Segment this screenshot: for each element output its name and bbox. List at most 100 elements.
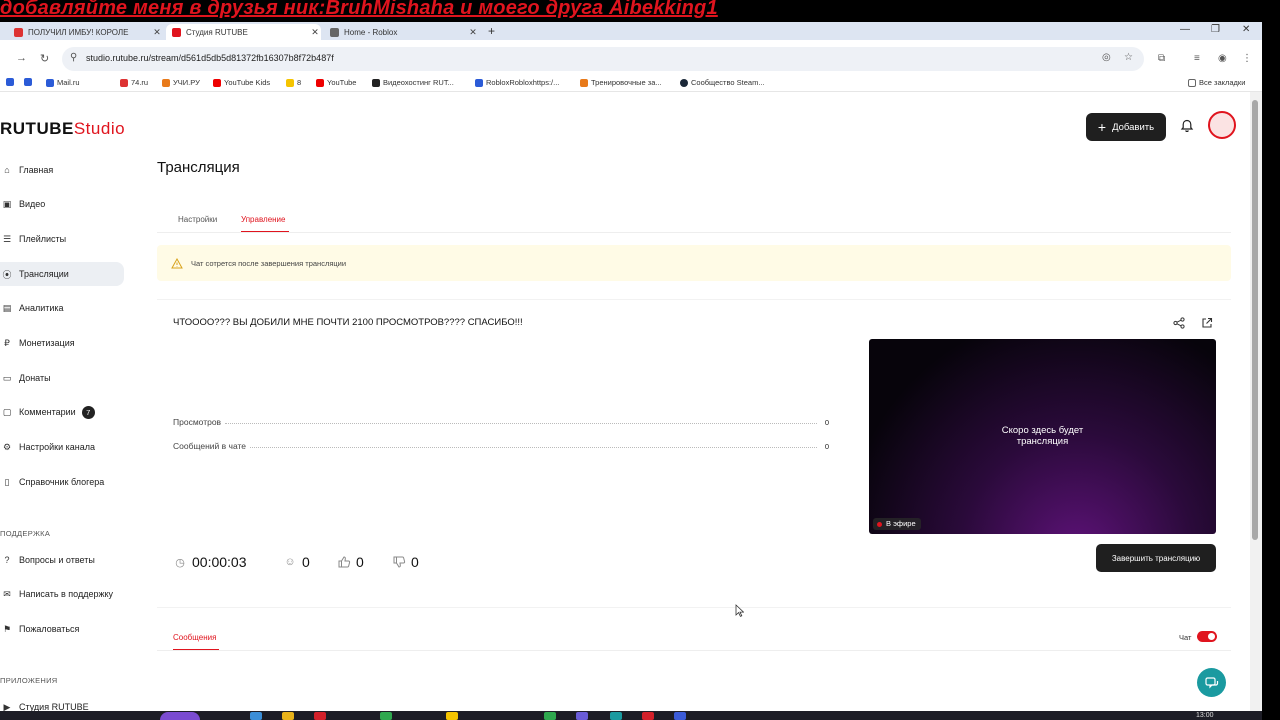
bookmark-item[interactable]	[6, 78, 17, 86]
browser-tab-3[interactable]: Home - Roblox ✕	[324, 24, 479, 40]
sidebar-item-label: Пожаловаться	[19, 624, 80, 634]
bookmark-item[interactable]: YouTube	[316, 78, 356, 87]
bookmark-icon	[680, 78, 688, 87]
taskbar-app-icon[interactable]	[446, 712, 458, 720]
sidebar-item-comments[interactable]: ▢ Комментарии 7	[0, 400, 124, 424]
close-icon[interactable]: ✕	[309, 27, 321, 38]
site-info-icon[interactable]: ⚲	[70, 52, 77, 63]
star-icon[interactable]: ☆	[1124, 52, 1133, 63]
likes-value: 0	[356, 554, 364, 570]
taskbar-widget-icon[interactable]	[160, 712, 200, 720]
avatar[interactable]	[1208, 111, 1236, 139]
media-icon[interactable]: ≡	[1194, 53, 1200, 64]
extensions-icon[interactable]: ⧉	[1158, 53, 1165, 64]
sidebar-item-donations[interactable]: ▭ Донаты	[0, 366, 124, 390]
bookmark-item[interactable]: RobloxRobloxhttps:/...	[475, 78, 559, 87]
chat-toggle[interactable]	[1197, 631, 1217, 642]
minimize-icon[interactable]: —	[1180, 24, 1190, 35]
mail-icon: ✉	[3, 588, 11, 599]
window-close-icon[interactable]: ✕	[1242, 24, 1250, 35]
rutube-studio-logo[interactable]: RUTUBEStudio	[0, 119, 125, 139]
sidebar-item-video[interactable]: ▣ Видео	[0, 192, 124, 216]
bookmark-icon	[213, 78, 221, 87]
sidebar-item-write-support[interactable]: ✉ Написать в поддержку	[0, 582, 124, 606]
sidebar-item-faq[interactable]: ? Вопросы и ответы	[0, 548, 124, 572]
end-stream-button[interactable]: Завершить трансляцию	[1096, 544, 1216, 572]
profile-icon[interactable]: ◉	[1218, 53, 1227, 64]
sidebar-item-complain[interactable]: ⚑ Пожаловаться	[0, 617, 124, 641]
sidebar-item-label: Главная	[19, 165, 54, 175]
sidebar-item-playlists[interactable]: ☰ Плейлисты	[0, 227, 124, 251]
bookmark-item[interactable]: Mail.ru	[46, 78, 80, 87]
comments-badge: 7	[81, 405, 95, 419]
eye-off-icon[interactable]: ◎	[1102, 52, 1111, 63]
tab-messages[interactable]: Сообщения	[173, 633, 216, 642]
taskbar-app-icon[interactable]	[576, 712, 588, 720]
bookmark-item[interactable]	[24, 78, 35, 86]
dislikes-value: 0	[411, 554, 419, 570]
new-tab-button[interactable]: +	[488, 24, 495, 38]
all-bookmarks[interactable]: Все закладки	[1188, 78, 1245, 87]
taskbar-app-icon[interactable]	[544, 712, 556, 720]
sidebar-item-label: Аналитика	[19, 303, 64, 313]
sidebar-item-channel-settings[interactable]: ⚙ Настройки канала	[0, 435, 124, 459]
logo-main: RUTUBE	[0, 119, 74, 138]
bookmark-icon	[475, 78, 483, 87]
warning-icon	[171, 257, 183, 268]
tab-management[interactable]: Управление	[241, 215, 285, 224]
taskbar-app-icon[interactable]	[610, 712, 622, 720]
taskbar-app-icon[interactable]	[380, 712, 392, 720]
stat-label: Просмотров	[173, 417, 222, 427]
add-button[interactable]: + Добавить	[1086, 113, 1166, 141]
bookmark-item[interactable]: 74.ru	[120, 78, 148, 87]
close-icon[interactable]: ✕	[151, 27, 163, 38]
close-icon[interactable]: ✕	[467, 27, 479, 38]
book-icon: ▯	[4, 476, 10, 487]
browser-tab-2[interactable]: Студия RUTUBE ✕	[166, 24, 321, 40]
maximize-icon[interactable]: ❐	[1211, 24, 1220, 35]
stream-preview[interactable]: Скоро здесь будет трансляция В эфире	[869, 339, 1216, 534]
sidebar-item-analytics[interactable]: ▤ Аналитика	[0, 296, 124, 320]
taskbar-app-icon[interactable]	[674, 712, 686, 720]
bell-icon[interactable]	[1180, 119, 1194, 133]
page-scrollbar[interactable]	[1250, 92, 1262, 720]
external-link-icon[interactable]	[1201, 317, 1213, 329]
playlist-icon: ☰	[2, 233, 12, 244]
forward-icon[interactable]: →	[16, 52, 27, 64]
bookmark-item[interactable]: YouTube Kids	[213, 78, 270, 87]
sidebar-item-blogger-guide[interactable]: ▯ Справочник блогера	[0, 470, 124, 494]
bookmark-icon	[286, 78, 294, 87]
bookmark-icon	[372, 78, 380, 87]
share-icon[interactable]	[1173, 317, 1185, 329]
taskbar-app-icon[interactable]	[282, 712, 294, 720]
logo-studio: Studio	[73, 119, 126, 138]
apps-section-title: ПРИЛОЖЕНИЯ	[0, 676, 58, 685]
bookmark-item[interactable]: 8	[286, 78, 301, 87]
tab-title: ПОЛУЧИЛ ИМБУ! КОРОЛЕ	[28, 27, 129, 37]
taskbar-app-icon[interactable]	[314, 712, 326, 720]
sidebar-item-home[interactable]: ⌂ Главная	[0, 158, 124, 182]
bookmark-item[interactable]: Видеохостинг RUT...	[372, 78, 454, 87]
preview-text-line-2: трансляция	[1016, 436, 1069, 447]
sidebar-item-broadcasts[interactable]: ⦿ Трансляции	[0, 262, 124, 286]
reload-icon[interactable]: ↻	[40, 52, 49, 65]
sidebar-item-monetization[interactable]: ₽ Монетизация	[0, 331, 124, 355]
taskbar-app-icon[interactable]	[250, 712, 262, 720]
page-tabs: Настройки Управление	[157, 205, 1231, 233]
menu-icon[interactable]: ⋮	[1242, 53, 1252, 64]
bookmark-item[interactable]: УЧИ.РУ	[162, 78, 200, 87]
tab-settings[interactable]: Настройки	[178, 215, 217, 224]
chat-warning-banner: Чат сотрется после завершения трансляции	[157, 245, 1231, 281]
scrollbar-thumb[interactable]	[1252, 100, 1258, 540]
chat-card: Сообщения Чат	[157, 607, 1231, 720]
bookmark-item[interactable]: Тренировочные за...	[580, 78, 662, 87]
warning-text: Чат сотрется после завершения трансляции	[191, 258, 347, 268]
browser-tab-1[interactable]: ПОЛУЧИЛ ИМБУ! КОРОЛЕ ✕	[8, 24, 163, 40]
taskbar-app-icon[interactable]	[642, 712, 654, 720]
sidebar-item-label: Видео	[19, 199, 46, 209]
bookmark-item[interactable]: Сообщество Steam...	[680, 78, 765, 87]
analytics-icon: ▤	[2, 302, 12, 313]
address-bar[interactable]: ⚲ studio.rutube.ru/stream/d561d5db5d8137…	[62, 47, 1144, 71]
tab-title: Home - Roblox	[344, 27, 398, 37]
help-chat-button[interactable]	[1197, 668, 1226, 697]
